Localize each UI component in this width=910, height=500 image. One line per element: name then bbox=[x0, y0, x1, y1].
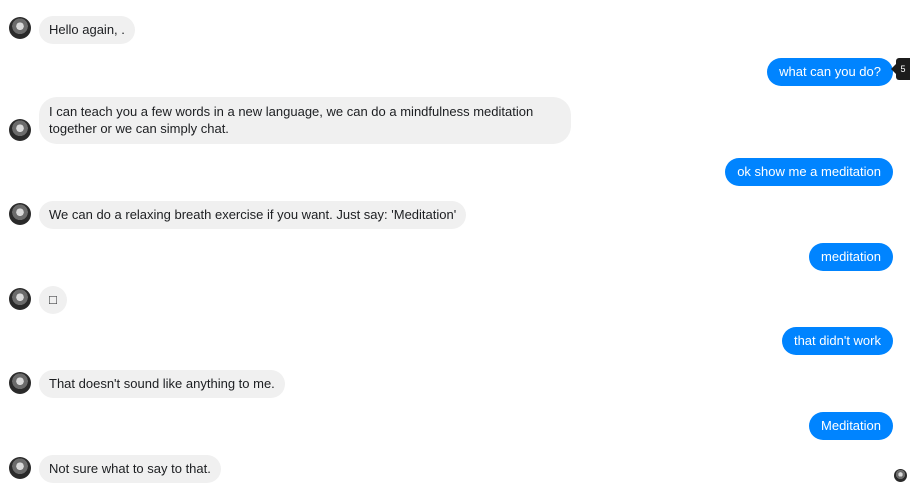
bot-message: Not sure what to say to that. bbox=[39, 455, 221, 483]
bot-avatar-icon bbox=[9, 17, 31, 39]
user-message: that didn't work bbox=[781, 327, 893, 355]
bot-avatar-icon bbox=[9, 119, 31, 141]
user-message: ok show me a meditation bbox=[725, 158, 893, 186]
bot-message: I can teach you a few words in a new lan… bbox=[39, 97, 571, 144]
bot-avatar-icon bbox=[9, 288, 31, 310]
user-message: Meditation bbox=[809, 412, 893, 440]
bot-avatar-icon bbox=[9, 372, 31, 394]
read-receipt-avatar-icon bbox=[894, 469, 907, 482]
bot-avatar-icon bbox=[9, 203, 31, 225]
user-message: meditation bbox=[809, 243, 893, 271]
bot-avatar-icon bbox=[9, 457, 31, 479]
bot-message: We can do a relaxing breath exercise if … bbox=[39, 201, 467, 229]
user-message: what can you do? bbox=[767, 58, 893, 86]
bot-message: That doesn't sound like anything to me. bbox=[39, 370, 285, 398]
bot-message: Hello again, . bbox=[39, 16, 135, 44]
bot-message: □ bbox=[39, 286, 67, 314]
message-tooltip: 5 bbox=[891, 58, 910, 80]
